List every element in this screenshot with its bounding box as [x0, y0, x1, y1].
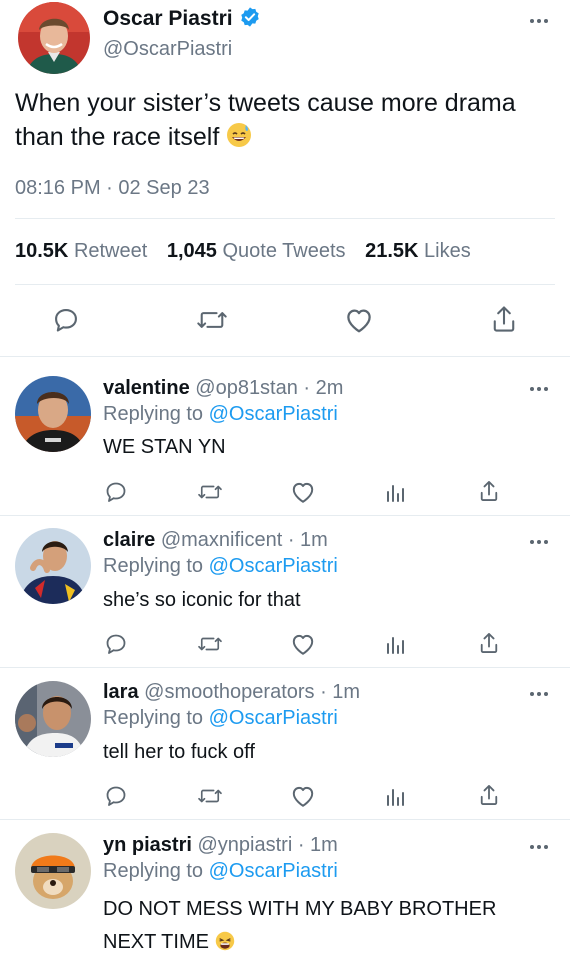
weary-face-emoji-icon [215, 929, 235, 962]
tweet-stats: 10.5K Retweet 1,045 Quote Tweets 21.5K L… [15, 240, 471, 263]
like-heart-icon[interactable] [290, 632, 316, 656]
reply-header: valentine @op81stan · 2m [103, 377, 343, 400]
share-icon[interactable] [479, 783, 499, 807]
divider [0, 667, 570, 668]
replying-to-handle[interactable]: @OscarPiastri [209, 860, 338, 882]
tweet-text: When your sister’s tweets cause more dra… [15, 86, 535, 157]
replying-to: Replying to @OscarPiastri [103, 555, 338, 578]
quote-count: 1,045 [166, 240, 217, 262]
retweet-icon[interactable] [196, 785, 224, 807]
replying-to-handle[interactable]: @OscarPiastri [209, 403, 338, 425]
retweet-icon[interactable] [196, 633, 224, 655]
replying-to-handle[interactable]: @OscarPiastri [209, 707, 338, 729]
reply-icon[interactable] [104, 480, 128, 504]
replying-to-label: Replying to [103, 403, 204, 425]
reply-author-name[interactable]: lara [103, 681, 139, 703]
reply-author-meta[interactable]: @smoothoperators · 1m [144, 681, 360, 703]
author-name-row: Oscar Piastri [103, 6, 261, 32]
reply-header: yn piastri @ynpiastri · 1m [103, 834, 338, 857]
analytics-icon[interactable] [385, 633, 407, 655]
quote-stat[interactable]: 1,045 Quote Tweets [167, 240, 346, 262]
divider [15, 284, 555, 285]
reply-avatar[interactable] [15, 376, 91, 452]
reply-text: she’s so iconic for that [103, 589, 301, 611]
reply-author-name[interactable]: valentine [103, 377, 190, 399]
reply-avatar[interactable] [15, 681, 91, 757]
reply-text: tell her to fuck off [103, 741, 255, 763]
reply-avatar[interactable] [15, 833, 91, 909]
reply-icon[interactable] [104, 784, 128, 808]
more-options-icon[interactable] [528, 16, 550, 26]
share-icon[interactable] [491, 304, 517, 334]
retweet-count: 10.5K [15, 240, 69, 262]
reply-author-meta[interactable]: @ynpiastri · 1m [197, 834, 337, 856]
quote-label: Quote Tweets [222, 240, 346, 262]
retweet-label: Retweet [73, 240, 148, 262]
sweat-smile-emoji-icon [226, 122, 252, 157]
share-icon[interactable] [479, 631, 499, 655]
reply-text: WE STAN YN [103, 436, 226, 458]
analytics-icon[interactable] [385, 785, 407, 807]
reply-text: DO NOT MESS WITH MY BABY BROTHER NEXT TI… [103, 893, 553, 962]
reply-author-meta[interactable]: @op81stan · 2m [195, 377, 343, 399]
replying-to: Replying to @OscarPiastri [103, 707, 338, 730]
more-options-icon[interactable] [528, 384, 550, 394]
replying-to: Replying to @OscarPiastri [103, 860, 338, 883]
retweet-icon[interactable] [196, 481, 224, 503]
reply-author-name[interactable]: claire [103, 529, 155, 551]
reply-text-line-2: NEXT TIME [103, 926, 553, 962]
reply-text-line: NEXT TIME [103, 931, 209, 953]
reply-author-meta[interactable]: @maxnificent · 1m [161, 529, 328, 551]
verified-badge-icon [239, 6, 261, 33]
reply-icon[interactable] [104, 632, 128, 656]
replying-to: Replying to @OscarPiastri [103, 403, 338, 426]
divider [0, 515, 570, 516]
tweet-timestamp[interactable]: 08:16 PM · 02 Sep 23 [15, 177, 210, 200]
author-handle[interactable]: @OscarPiastri [103, 38, 232, 61]
retweet-stat[interactable]: 10.5K Retweet [15, 240, 147, 262]
replying-to-handle[interactable]: @OscarPiastri [209, 555, 338, 577]
share-icon[interactable] [479, 479, 499, 503]
reply-avatar[interactable] [15, 528, 91, 604]
author-name[interactable]: Oscar Piastri [103, 7, 233, 31]
tweet-text-body: When your sister’s tweets cause more dra… [15, 89, 516, 151]
reply-text-line: DO NOT MESS WITH MY BABY BROTHER [103, 898, 497, 920]
more-options-icon[interactable] [528, 842, 550, 852]
likes-label: Likes [424, 240, 471, 262]
author-avatar[interactable] [18, 2, 90, 74]
replying-to-label: Replying to [103, 555, 204, 577]
like-heart-icon[interactable] [290, 784, 316, 808]
divider [0, 356, 570, 357]
like-heart-icon[interactable] [344, 306, 374, 334]
more-options-icon[interactable] [528, 689, 550, 699]
reply-author-name[interactable]: yn piastri [103, 834, 192, 856]
more-options-icon[interactable] [528, 537, 550, 547]
retweet-icon[interactable] [196, 306, 228, 334]
likes-stat[interactable]: 21.5K Likes [365, 240, 471, 262]
replying-to-label: Replying to [103, 860, 204, 882]
likes-count: 21.5K [365, 240, 419, 262]
like-heart-icon[interactable] [290, 480, 316, 504]
replying-to-label: Replying to [103, 707, 204, 729]
reply-header: claire @maxnificent · 1m [103, 529, 328, 552]
divider [15, 218, 555, 219]
reply-icon[interactable] [52, 306, 80, 334]
divider [0, 819, 570, 820]
analytics-icon[interactable] [385, 481, 407, 503]
reply-header: lara @smoothoperators · 1m [103, 681, 360, 704]
